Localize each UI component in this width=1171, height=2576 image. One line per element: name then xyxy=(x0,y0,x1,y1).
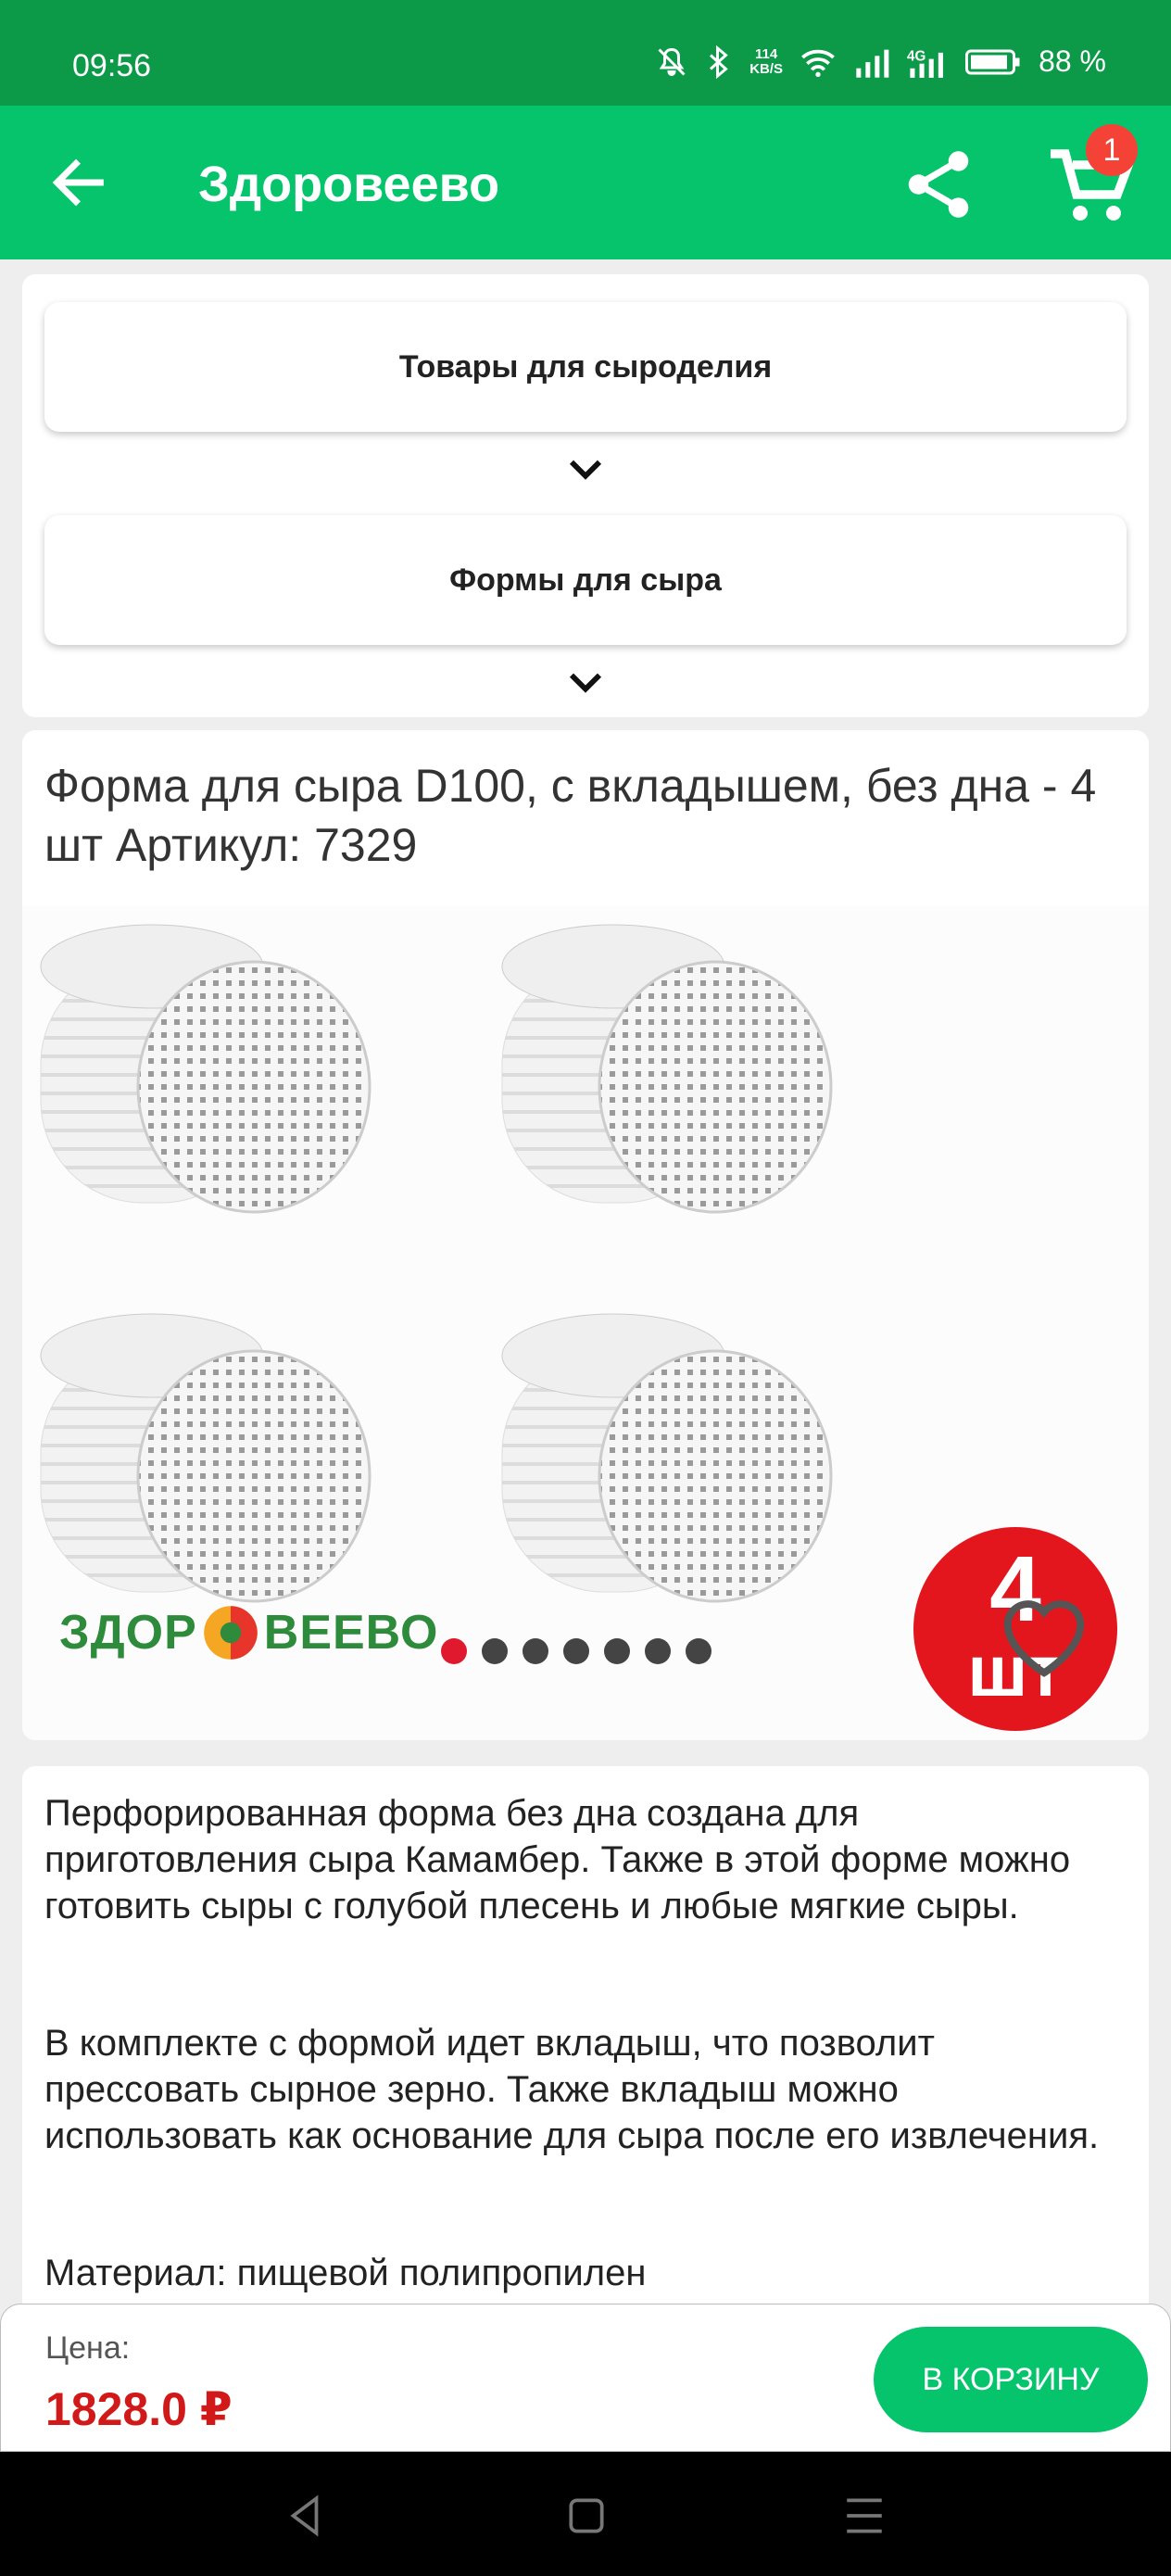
product-description: Перфорированная форма без дна создана дл… xyxy=(22,1766,1149,2322)
brand-logo: ЗДОР ВЕЕВО xyxy=(59,1603,438,1662)
system-nav-bar xyxy=(0,2452,1171,2576)
signal-4g-icon: 4G xyxy=(907,48,943,78)
description-paragraph: В комплекте с формой идет вкладыш, что п… xyxy=(44,2023,1100,2156)
nav-back-icon[interactable] xyxy=(282,2493,328,2539)
description-paragraph: Перфорированная форма без дна создана дл… xyxy=(44,1793,1071,1926)
nav-menu-icon[interactable] xyxy=(841,2493,888,2539)
net-speed: 114 KB/S xyxy=(749,45,784,77)
brand-logo-text-end: ВЕЕВО xyxy=(263,1606,439,1660)
price-value: 1828.0 ₽ xyxy=(45,2383,233,2435)
battery-icon xyxy=(965,49,1020,74)
category-button[interactable]: Товары для сыроделия xyxy=(44,302,1127,432)
pagination-dot[interactable] xyxy=(686,1638,711,1664)
battery-percent: 88 % xyxy=(1039,44,1106,78)
back-arrow-icon[interactable] xyxy=(46,150,111,215)
status-icons: 114 KB/S 4G 88 % xyxy=(655,44,1106,79)
subcategory-button[interactable]: Формы для сыра xyxy=(44,515,1127,645)
pagination-dot[interactable] xyxy=(645,1638,671,1664)
app-title: Здоровеево xyxy=(198,157,500,212)
price-bar: Цена: 1828.0 ₽ В КОРЗИНУ xyxy=(0,2304,1171,2452)
gallery-pagination xyxy=(441,1638,711,1664)
bluetooth-icon xyxy=(710,44,729,79)
pagination-dot[interactable] xyxy=(604,1638,630,1664)
product-title: Форма для сыра D100, с вкладышем, без дн… xyxy=(44,760,1097,871)
svg-text:4G: 4G xyxy=(907,48,925,64)
pagination-dot[interactable] xyxy=(482,1638,508,1664)
chevron-down-icon xyxy=(569,673,602,693)
wifi-icon xyxy=(801,49,835,77)
favorite-heart-icon[interactable] xyxy=(993,1592,1095,1681)
share-icon[interactable] xyxy=(899,145,978,224)
mute-icon xyxy=(658,47,686,76)
signal-icon xyxy=(856,49,889,78)
sun-logo-icon xyxy=(203,1606,258,1660)
pagination-dot[interactable] xyxy=(563,1638,589,1664)
category-breadcrumb-card: Товары для сыроделия Формы для сыра xyxy=(22,274,1149,717)
brand-logo-text-start: ЗДОР xyxy=(59,1606,197,1660)
chevron-down-icon xyxy=(569,460,602,480)
add-to-cart-button[interactable]: В КОРЗИНУ xyxy=(874,2327,1148,2432)
app-bar: Здоровеево 1 xyxy=(0,106,1171,259)
description-paragraph: Материал: пищевой полипропилен xyxy=(44,2253,647,2293)
pagination-dot[interactable] xyxy=(441,1638,467,1664)
pagination-dot[interactable] xyxy=(523,1638,548,1664)
status-bar: 09:56 114 KB/S 4G 88 % xyxy=(0,0,1171,106)
cart-count-badge: 1 xyxy=(1086,124,1138,176)
status-time: 09:56 xyxy=(72,48,152,83)
price-label: Цена: xyxy=(45,2330,131,2366)
nav-home-icon[interactable] xyxy=(563,2493,610,2539)
